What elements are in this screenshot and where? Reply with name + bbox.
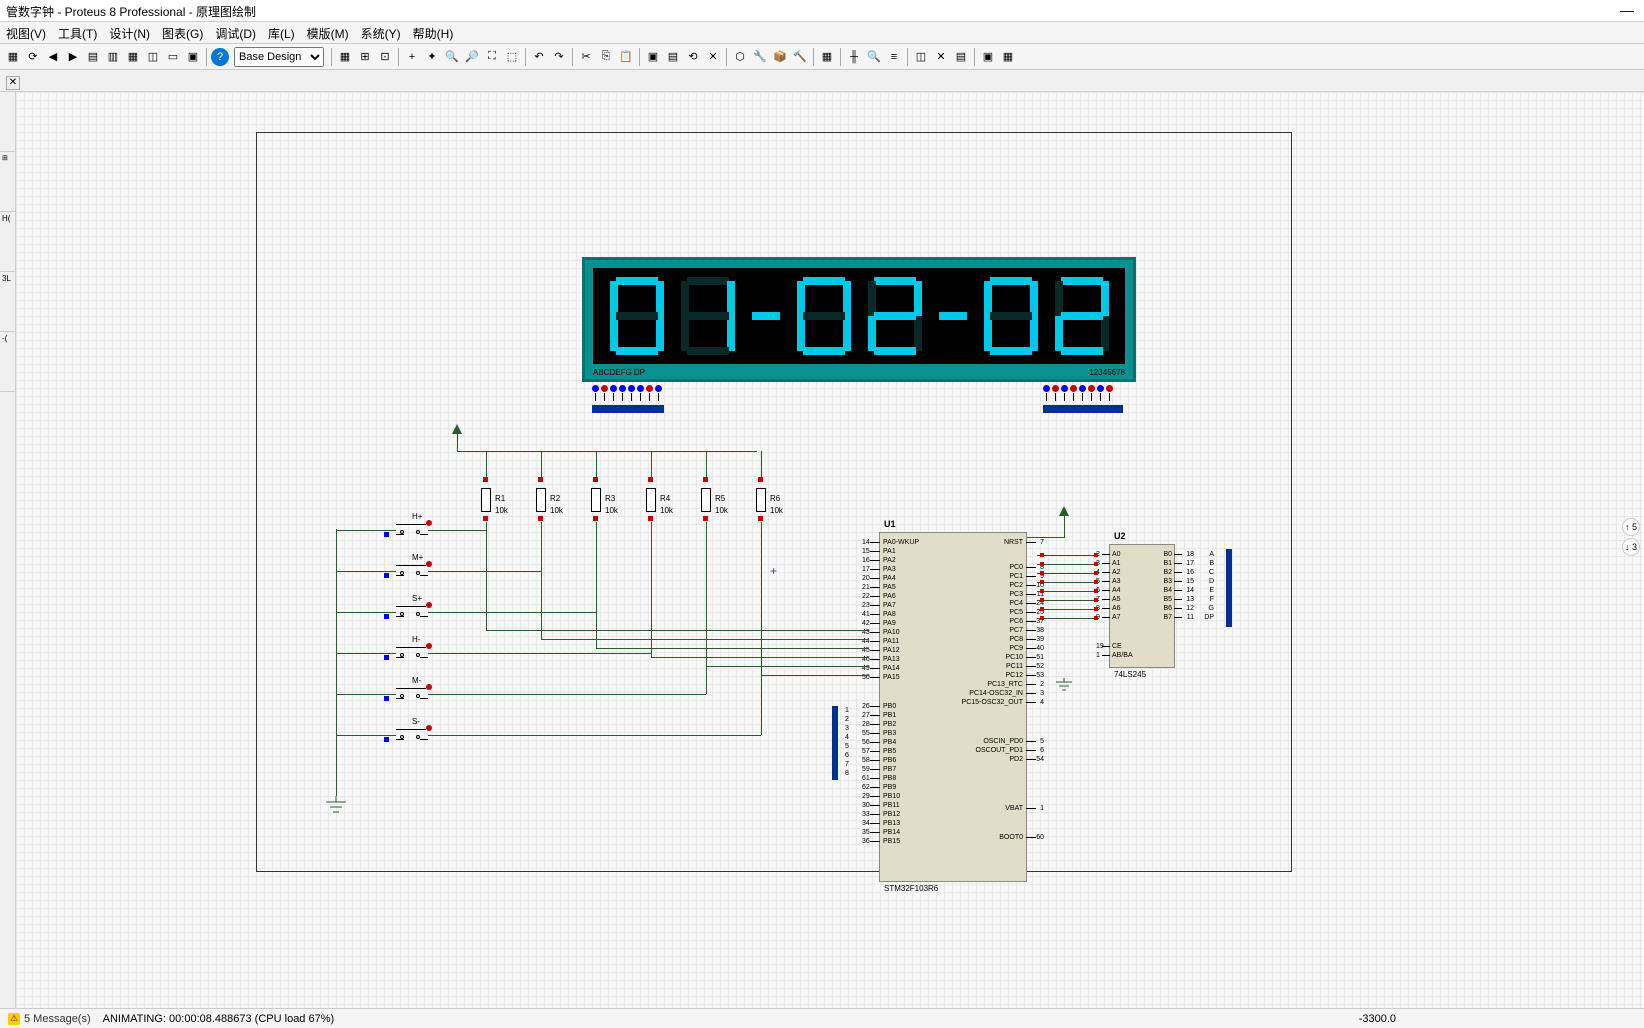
menu-bar: 视图(V) 工具(T) 设计(N) 图表(G) 调试(D) 库(L) 模版(M)…	[0, 22, 1644, 44]
status-bar: ⚠ 5 Message(s) ANIMATING: 00:00:08.48867…	[0, 1008, 1644, 1028]
tool-icon[interactable]: ⟳	[24, 48, 42, 66]
paste-icon[interactable]: 📋	[617, 48, 635, 66]
cut-icon[interactable]: ✂	[577, 48, 595, 66]
pick-icon[interactable]: ⬡	[731, 48, 749, 66]
sidebar-devices[interactable]: ⊞	[0, 152, 15, 212]
ground-symbol	[326, 796, 346, 819]
status-messages[interactable]: ⚠ 5 Message(s)	[8, 1013, 91, 1025]
help-icon[interactable]: ?	[211, 48, 229, 66]
tool-icon[interactable]: ▦	[124, 48, 142, 66]
undo-icon[interactable]: ↶	[530, 48, 548, 66]
sidebar-overview[interactable]	[0, 92, 15, 152]
nav-down-button[interactable]: ↓ 3	[1622, 538, 1640, 556]
carousel-nav: ↑ 5 ↓ 3	[1622, 518, 1640, 556]
block-move-icon[interactable]: ▤	[664, 48, 682, 66]
tool-icon[interactable]: ▦	[4, 48, 22, 66]
nav-up-button[interactable]: ↑ 5	[1622, 518, 1640, 536]
wire	[457, 451, 757, 452]
side-toolbar: ⊞ H( 3L -(	[0, 92, 16, 1008]
sidebar-item[interactable]: 3L	[0, 272, 15, 332]
copy-icon[interactable]: ⎘	[597, 48, 615, 66]
block-delete-icon[interactable]: ✕	[704, 48, 722, 66]
toggle-icon[interactable]: ▦	[818, 48, 836, 66]
resistor-R5[interactable]	[701, 488, 711, 512]
vcc-symbol	[452, 424, 462, 434]
title-bar: 管数字钟 - Proteus 8 Professional - 原理图绘制 —	[0, 0, 1644, 22]
resistor-R2[interactable]	[536, 488, 546, 512]
bus-bar	[832, 706, 838, 780]
prop-icon[interactable]: ≡	[885, 48, 903, 66]
decomp-icon[interactable]: 🔨	[791, 48, 809, 66]
resistor-R3[interactable]	[591, 488, 601, 512]
erc-icon[interactable]: ▣	[979, 48, 997, 66]
tool-icon[interactable]: ◫	[144, 48, 162, 66]
tool-icon[interactable]: ▥	[104, 48, 122, 66]
tool-icon[interactable]: ◀	[44, 48, 62, 66]
search-icon[interactable]: 🔍	[865, 48, 883, 66]
pin-label-segments: ABCDEFG DP	[593, 368, 645, 377]
menu-graph[interactable]: 图表(G)	[156, 25, 209, 40]
tool-icon[interactable]: ▤	[84, 48, 102, 66]
menu-library[interactable]: 库(L)	[262, 25, 301, 40]
wire	[336, 529, 337, 796]
resistor-R4[interactable]	[646, 488, 656, 512]
tool-icon[interactable]: ▭	[164, 48, 182, 66]
display-segment-pins	[592, 385, 664, 413]
tool-icon[interactable]: ⊞	[356, 48, 374, 66]
vcc-symbol	[1059, 506, 1069, 516]
sidebar-item[interactable]: -(	[0, 332, 15, 392]
wire	[1064, 516, 1065, 538]
schematic-canvas[interactable]: ABCDEFG DP 12345678 U1 STM32F103R6 14PA0…	[16, 92, 1644, 1008]
wire-icon[interactable]: ╫	[845, 48, 863, 66]
netlist-icon[interactable]: ▦	[999, 48, 1017, 66]
tool-icon[interactable]: ▣	[184, 48, 202, 66]
pin-label-digits: 12345678	[1089, 368, 1125, 377]
tool-icon[interactable]: +	[403, 48, 421, 66]
menu-system[interactable]: 系统(Y)	[355, 25, 407, 40]
zoom-fit-icon[interactable]: ⛶	[483, 48, 501, 66]
tool-icon[interactable]: ▶	[64, 48, 82, 66]
zoom-center-icon[interactable]: ✦	[423, 48, 441, 66]
crosshair-cursor: +	[770, 564, 777, 578]
zoom-in-icon[interactable]: 🔍	[443, 48, 461, 66]
status-animation: ANIMATING: 00:00:08.488673 (CPU load 67%…	[103, 1013, 335, 1025]
block-rotate-icon[interactable]: ⟲	[684, 48, 702, 66]
chip-u1-stm32[interactable]: U1 STM32F103R6 14PA0-WKUP15PA116PA217PA3…	[879, 532, 1027, 882]
bus-bar	[1226, 549, 1232, 627]
menu-tools[interactable]: 工具(T)	[52, 25, 103, 40]
tab-bar: ✕	[0, 70, 1644, 92]
display-digit-pins	[1043, 385, 1123, 413]
sidebar-item[interactable]: H(	[0, 212, 15, 272]
tab-close-button[interactable]: ✕	[6, 76, 20, 90]
resistor-R1[interactable]	[481, 488, 491, 512]
redo-icon[interactable]: ↷	[550, 48, 568, 66]
menu-help[interactable]: 帮助(H)	[407, 25, 460, 40]
bom-icon[interactable]: ▤	[952, 48, 970, 66]
zoom-out-icon[interactable]: 🔎	[463, 48, 481, 66]
new-icon[interactable]: ◫	[912, 48, 930, 66]
tool-icon[interactable]: ⊡	[376, 48, 394, 66]
tool-icon[interactable]: ▦	[336, 48, 354, 66]
toolbar: ▦ ⟳ ◀ ▶ ▤ ▥ ▦ ◫ ▭ ▣ ? Base Design ▦ ⊞ ⊡ …	[0, 44, 1644, 70]
make-icon[interactable]: 🔧	[751, 48, 769, 66]
status-coordinates: -3300.0	[1359, 1013, 1396, 1025]
menu-design[interactable]: 设计(N)	[103, 25, 156, 40]
window-title: 管数字钟 - Proteus 8 Professional - 原理图绘制	[6, 5, 256, 19]
ground-symbol	[1056, 678, 1072, 697]
block-copy-icon[interactable]: ▣	[644, 48, 662, 66]
chip-u2-74ls245[interactable]: U2 74LS245 2A03A14A25A36A47A58A69A719CE1…	[1109, 544, 1175, 668]
wire	[457, 434, 458, 451]
menu-debug[interactable]: 调试(D)	[209, 25, 262, 40]
menu-template[interactable]: 模版(M)	[301, 25, 355, 40]
seven-seg-display[interactable]: ABCDEFG DP 12345678	[582, 257, 1136, 382]
pkg-icon[interactable]: 📦	[771, 48, 789, 66]
design-select[interactable]: Base Design	[234, 47, 324, 67]
menu-view[interactable]: 视图(V)	[0, 25, 52, 40]
warning-icon: ⚠	[8, 1013, 20, 1025]
wire	[1027, 537, 1064, 538]
resistor-R6[interactable]	[756, 488, 766, 512]
cross-icon[interactable]: ✕	[932, 48, 950, 66]
minimize-icon[interactable]: —	[1620, 2, 1634, 18]
zoom-region-icon[interactable]: ⬚	[503, 48, 521, 66]
